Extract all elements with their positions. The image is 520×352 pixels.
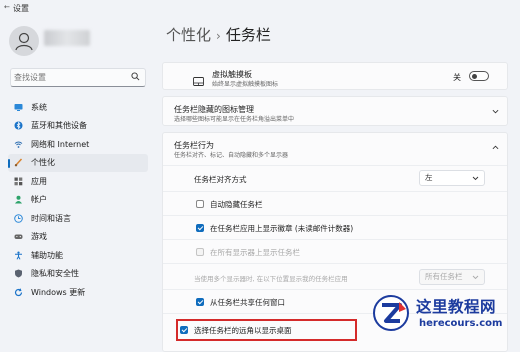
watermark-url: herecours.com [419,318,503,329]
watermark: 这里教程网 herecours.com [369,290,520,338]
watermark-logo [373,295,409,331]
sidebar-item-gaming[interactable]: 游戏 [8,228,148,247]
badges-checkbox[interactable] [196,224,204,232]
sidebar-item-network[interactable]: 网络和 Internet [8,135,148,154]
update-icon [14,288,23,297]
share-window-label: 从任务栏共享任何窗口 [210,298,285,307]
sidebar-item-label: 时间和语言 [31,213,71,223]
sidebar-item-label: Windows 更新 [31,287,86,297]
apps-icon [14,177,23,186]
search-icon [131,72,140,81]
sidebar-item-personalization[interactable]: 个性化 [8,153,148,172]
hidden-icons-card[interactable]: 任务栏隐藏的图标管理 选择哪些图标可能显示在任务栏角溢出菜单中 [162,96,508,126]
breadcrumb: 个性化 › 任务栏 [166,24,271,45]
hidden-icons-subtitle: 选择哪些图标可能显示在任务栏角溢出菜单中 [174,116,295,123]
sidebar-item-privacy[interactable]: 隐私和安全性 [8,265,148,284]
accessibility-icon [14,251,23,260]
auto-hide-label: 自动隐藏任务栏 [210,200,263,209]
sidebar-item-accessibility[interactable]: 辅助功能 [8,246,148,265]
globe-clock-icon [14,213,23,223]
all-displays-checkbox[interactable] [196,248,204,256]
all-displays-label: 在所有显示器上显示任务栏 [210,248,300,257]
badges-row: 在任务栏应用上显示徽章 (未读邮件计数器) [163,215,507,240]
behaviors-header[interactable]: 任务栏行为 任务栏对齐、标记、自动隐藏和多个显示器 [163,133,507,163]
chevron-down-icon [472,275,479,280]
sidebar-item-time-language[interactable]: 时间和语言 [8,209,148,228]
multi-display-label: 当使用多个显示器时, 在以下位置显示我的任务栏应用 [194,275,348,283]
alignment-value: 左 [425,173,433,182]
behaviors-subtitle: 任务栏对齐、标记、自动隐藏和多个显示器 [174,152,289,159]
page-title: 任务栏 [225,26,271,44]
breadcrumb-separator: › [216,29,221,43]
sidebar-item-label: 系统 [31,102,47,112]
touchpad-toggle[interactable] [469,71,489,81]
person-icon [14,195,23,204]
wifi-icon [14,140,23,149]
multi-display-row: 当使用多个显示器时, 在以下位置显示我的任务栏应用 所有任务栏 [163,263,507,290]
sidebar-item-bluetooth[interactable]: 蓝牙和其他设备 [8,117,148,136]
sidebar-item-label: 蓝牙和其他设备 [31,121,87,131]
breadcrumb-parent[interactable]: 个性化 [166,26,211,44]
sidebar-item-system[interactable]: 系统 [8,98,148,117]
window-title: 设置 [13,4,29,13]
multi-display-value: 所有任务栏 [425,272,463,281]
gamepad-icon [14,232,23,241]
alignment-row: 任务栏对齐方式 左 [163,165,507,192]
badges-label: 在任务栏应用上显示徽章 (未读邮件计数器) [210,224,354,233]
chevron-down-icon[interactable] [492,108,499,115]
share-window-checkbox[interactable] [196,298,204,306]
sidebar-item-label: 游戏 [31,232,47,242]
sidebar-item-label: 网络和 Internet [31,139,90,149]
chevron-down-icon [472,176,479,181]
auto-hide-row: 自动隐藏任务栏 [163,191,507,216]
sidebar-item-label: 辅助功能 [31,250,63,260]
sidebar-item-label: 个性化 [31,158,55,168]
alignment-label: 任务栏对齐方式 [194,175,247,184]
watermark-title: 这里教程网 [416,298,497,316]
search-input[interactable] [14,70,124,84]
search-box[interactable] [10,68,146,87]
all-displays-row: 在所有显示器上显示任务栏 [163,239,507,264]
app-icon: ← [4,3,10,11]
user-name-blurred [44,30,90,46]
touchpad-card: 虚拟触摸板 始终显示虚拟触摸板图标 关 [162,62,508,90]
sidebar-item-apps[interactable]: 应用 [8,172,148,191]
avatar[interactable] [9,26,39,56]
touchpad-icon [193,71,204,90]
touchpad-toggle-label: 关 [453,73,461,82]
brush-icon [14,158,23,167]
multi-display-select[interactable]: 所有任务栏 [419,269,485,285]
auto-hide-checkbox[interactable] [196,200,204,208]
monitor-icon [14,103,23,112]
alignment-select[interactable]: 左 [419,170,485,186]
sidebar-item-windows-update[interactable]: Windows 更新 [8,283,148,302]
sidebar-item-label: 应用 [31,176,47,186]
sidebar-nav: 系统 蓝牙和其他设备 网络和 Internet 个性化 应用 帐户 时间和语言 … [8,98,148,302]
sidebar-item-label: 帐户 [31,195,47,205]
touchpad-subtitle: 始终显示虚拟触摸板图标 [212,81,279,88]
shield-icon [14,269,23,278]
sidebar-item-accounts[interactable]: 帐户 [8,191,148,210]
chevron-up-icon[interactable] [492,144,499,151]
bluetooth-icon [14,121,23,130]
sidebar-item-label: 隐私和安全性 [31,269,79,279]
person-avatar-icon [15,32,33,51]
